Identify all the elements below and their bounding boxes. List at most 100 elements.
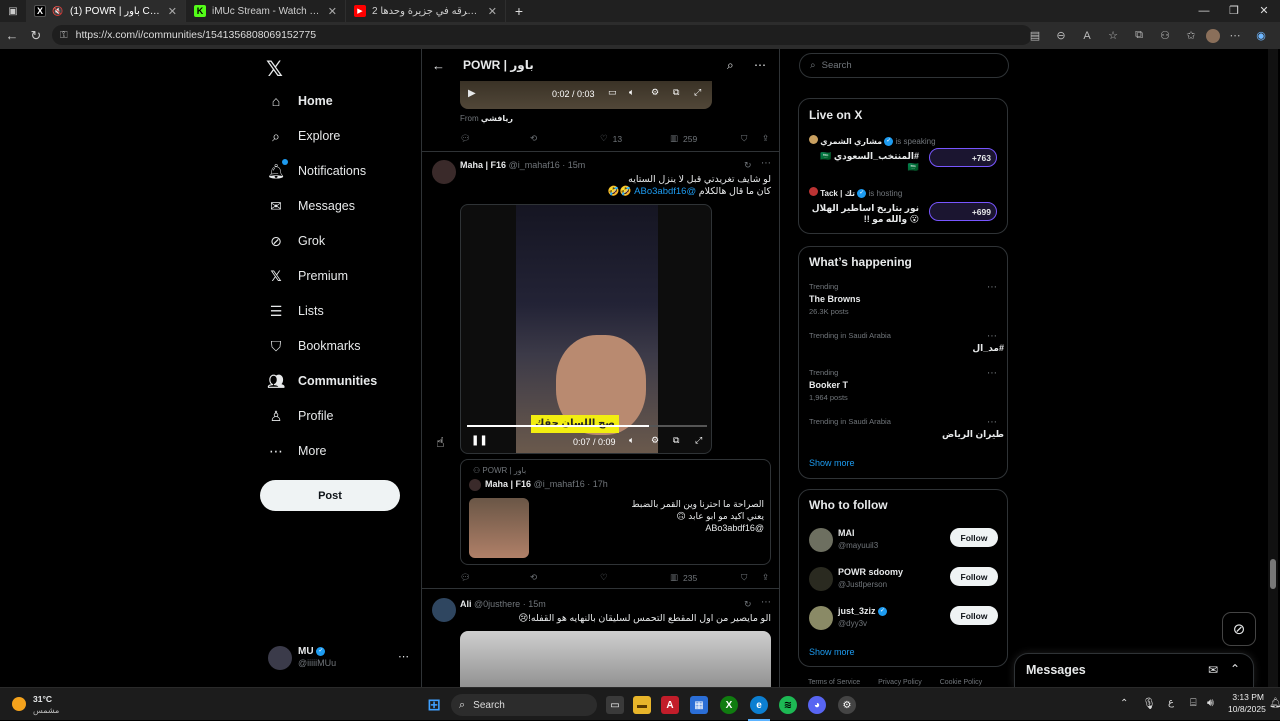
like-button[interactable]: ♡ 13 bbox=[600, 133, 622, 144]
pip-icon[interactable]: ⧉ bbox=[673, 87, 679, 98]
account-switcher[interactable]: MU ✓ @iiiiiMUu ⋯ bbox=[268, 644, 413, 674]
trend-item[interactable]: Trending The Browns 26.3K posts ⋯ bbox=[809, 282, 1004, 320]
follow-button[interactable]: Follow bbox=[950, 606, 998, 625]
microsoft-store-icon[interactable]: ▦ bbox=[690, 696, 708, 714]
avatar[interactable] bbox=[432, 160, 456, 184]
profile-avatar-icon[interactable] bbox=[1206, 28, 1220, 43]
acrobat-icon[interactable]: A bbox=[661, 696, 679, 714]
url-field[interactable]: ⚿ https://x.com/i/communities/1541356808… bbox=[52, 25, 1032, 45]
pause-icon[interactable]: ❚❚ bbox=[471, 435, 488, 446]
tray-chevron-icon[interactable]: ⌃ bbox=[1120, 698, 1128, 709]
read-aloud-icon[interactable]: A bbox=[1076, 30, 1098, 42]
play-icon[interactable]: ▶ bbox=[468, 88, 476, 99]
more-dots-icon[interactable]: ⋯ bbox=[761, 158, 771, 169]
microphone-icon[interactable]: 🎙︎ bbox=[1142, 697, 1156, 710]
notification-bell-icon[interactable]: 🔔︎ bbox=[1269, 698, 1280, 709]
author-handle[interactable]: @0justhere bbox=[474, 599, 520, 609]
video-player[interactable]: ▶ 0:02 / 0:03 ▭ 🔈︎ ⚙ ⧉ ⤢ bbox=[460, 81, 712, 109]
quote-image[interactable] bbox=[469, 498, 529, 558]
scrollbar-thumb[interactable] bbox=[1270, 559, 1276, 589]
post-maha[interactable]: Maha | F16 @i_mahaf16 · 15m ↻ ⋯ لو شايف … bbox=[422, 152, 779, 587]
edge-browser-icon[interactable]: e bbox=[750, 696, 768, 714]
nav-item-premium[interactable]: 𝕏 Premium bbox=[268, 268, 348, 284]
file-explorer-icon[interactable]: ▬ bbox=[633, 696, 651, 714]
bookmark-icon[interactable]: ⛉ bbox=[741, 572, 747, 583]
footer-link[interactable]: Terms of Service bbox=[808, 679, 860, 686]
settings-gear-icon[interactable]: ⚙ bbox=[651, 435, 659, 446]
live-item[interactable]: Tack | تك ✓ is hosting نور بتاريخ اساطير… bbox=[809, 187, 1004, 227]
follow-suggestion[interactable]: just_3ziz ✓ @dyy3v bbox=[809, 604, 939, 634]
nav-item-explore[interactable]: ⌕ Explore bbox=[268, 128, 340, 144]
messages-drawer[interactable]: Messages ✉ ⌃ bbox=[1014, 653, 1254, 687]
discord-icon[interactable]: ◕ bbox=[808, 696, 826, 714]
xbox-icon[interactable]: X bbox=[720, 696, 738, 714]
more-dots-icon[interactable]: ⋯ bbox=[987, 368, 997, 379]
show-more-link[interactable]: Show more bbox=[809, 647, 855, 657]
nav-item-home[interactable]: ⌂ Home bbox=[268, 93, 333, 109]
views-button[interactable]: ▥ 259 bbox=[670, 133, 697, 144]
post-time[interactable]: 15m bbox=[568, 160, 586, 170]
windows-start-icon[interactable]: ⊞ bbox=[425, 696, 443, 714]
task-view-icon[interactable]: ▭ bbox=[606, 696, 624, 714]
weather-widget[interactable]: 31°C مشمس bbox=[10, 692, 70, 718]
volume-icon[interactable]: 🔊︎ bbox=[1207, 697, 1214, 710]
author-name[interactable]: Ali bbox=[460, 599, 472, 609]
more-dots-icon[interactable]: ⋯ bbox=[987, 331, 997, 342]
input-language[interactable]: ع bbox=[1168, 697, 1174, 708]
share-icon[interactable]: ⇪ bbox=[762, 133, 769, 144]
tab-actions-icon[interactable]: ▣ bbox=[0, 0, 26, 22]
mention-link[interactable]: @ABo3abdf16 bbox=[634, 186, 696, 197]
new-message-icon[interactable]: ✉ bbox=[1208, 663, 1218, 677]
video-progress-bar[interactable] bbox=[467, 425, 707, 427]
browser-tab-kick[interactable]: K iMUc Stream - Watch Live on Kick ✕ bbox=[186, 0, 346, 22]
nav-item-messages[interactable]: ✉ Messages bbox=[268, 198, 355, 214]
bookmark-icon[interactable]: ⛉ bbox=[741, 133, 747, 144]
favorites-icon[interactable]: ✩ bbox=[1180, 29, 1202, 42]
views-button[interactable]: ▥ 235 bbox=[670, 572, 697, 583]
follow-suggestion[interactable]: MAI @mayuuil3 bbox=[809, 526, 939, 556]
repost-icon[interactable]: ⟲ bbox=[530, 133, 537, 144]
trend-item[interactable]: Trending in Saudi Arabia #مد_ال ⋯ bbox=[809, 331, 1004, 361]
site-info-icon[interactable]: ⚿ bbox=[60, 30, 68, 41]
spotify-icon[interactable]: ≋ bbox=[779, 696, 797, 714]
live-item[interactable]: مشاري الشمري ✓ is speaking #المنتخب_السع… bbox=[809, 135, 1004, 175]
post-ali[interactable]: Ali @0justhere · 15m ↻ ⋯ الو مايصير من ا… bbox=[422, 589, 779, 687]
post-button[interactable]: Post bbox=[260, 480, 400, 511]
close-tab-icon[interactable]: ✕ bbox=[328, 5, 337, 18]
new-tab-button[interactable]: + bbox=[506, 0, 532, 22]
more-dots-icon[interactable]: ⋯ bbox=[761, 597, 771, 608]
search-input[interactable]: ⌕ Search bbox=[799, 53, 1009, 78]
fullscreen-icon[interactable]: ⤢ bbox=[695, 435, 702, 446]
nav-item-grok[interactable]: ⊘ Grok bbox=[268, 233, 325, 249]
zoom-icon[interactable]: ⊖ bbox=[1050, 29, 1072, 42]
x-logo-icon[interactable]: 𝕏 bbox=[266, 57, 283, 82]
quoted-post[interactable]: ⚇ POWR | باور Maha | F16 @i_mahaf16 · 17… bbox=[460, 459, 771, 565]
reply-icon[interactable]: 💬︎ bbox=[460, 572, 471, 583]
nav-item-communities[interactable]: 👥︎ Communities bbox=[267, 373, 377, 389]
author-handle[interactable]: @i_mahaf16 bbox=[509, 160, 560, 170]
browser-split-icon[interactable]: ⚇ bbox=[1154, 29, 1176, 42]
refresh-icon[interactable]: ↻ bbox=[24, 28, 48, 44]
expand-icon[interactable]: ⌃ bbox=[1230, 662, 1240, 676]
avatar[interactable] bbox=[432, 598, 456, 622]
copilot-icon[interactable]: ◉ bbox=[1250, 29, 1272, 42]
video-player[interactable]: صح اللسان حقك ❚❚ 0:07 / 0:09 🔈︎ ⚙ ⧉ ⤢ bbox=[460, 204, 712, 454]
browser-tab-youtube[interactable]: ▶ كل الأفرقه في جزيرة وحدها 2# - be ✕ bbox=[346, 0, 506, 22]
follow-suggestion[interactable]: POWR sdoomy @Justlperson bbox=[809, 565, 939, 595]
nav-item-bookmarks[interactable]: ⛉ Bookmarks bbox=[268, 338, 361, 354]
page-scrollbar[interactable] bbox=[1268, 49, 1278, 687]
post-image[interactable] bbox=[460, 631, 771, 687]
more-dots-icon[interactable]: ⋯ bbox=[398, 650, 409, 663]
author-name[interactable]: Maha | F16 bbox=[460, 160, 506, 170]
search-icon[interactable]: ⌕ bbox=[727, 58, 734, 73]
trend-item[interactable]: Trending Booker T 1,964 posts ⋯ bbox=[809, 368, 1004, 406]
steam-icon[interactable]: ⚙ bbox=[838, 696, 856, 714]
more-dots-icon[interactable]: ⋯ bbox=[754, 58, 766, 72]
menu-dots-icon[interactable]: ⋯ bbox=[1224, 29, 1246, 42]
pip-icon[interactable]: ⧉ bbox=[673, 435, 679, 446]
reply-icon[interactable]: 💬︎ bbox=[460, 133, 471, 144]
system-clock[interactable]: 3:13 PM 10/8/2025 bbox=[1228, 691, 1266, 715]
extensions-icon[interactable]: ⧉ bbox=[1128, 29, 1150, 42]
back-arrow-icon[interactable]: ← bbox=[432, 58, 445, 73]
heart-icon[interactable]: ♡ bbox=[600, 572, 608, 583]
